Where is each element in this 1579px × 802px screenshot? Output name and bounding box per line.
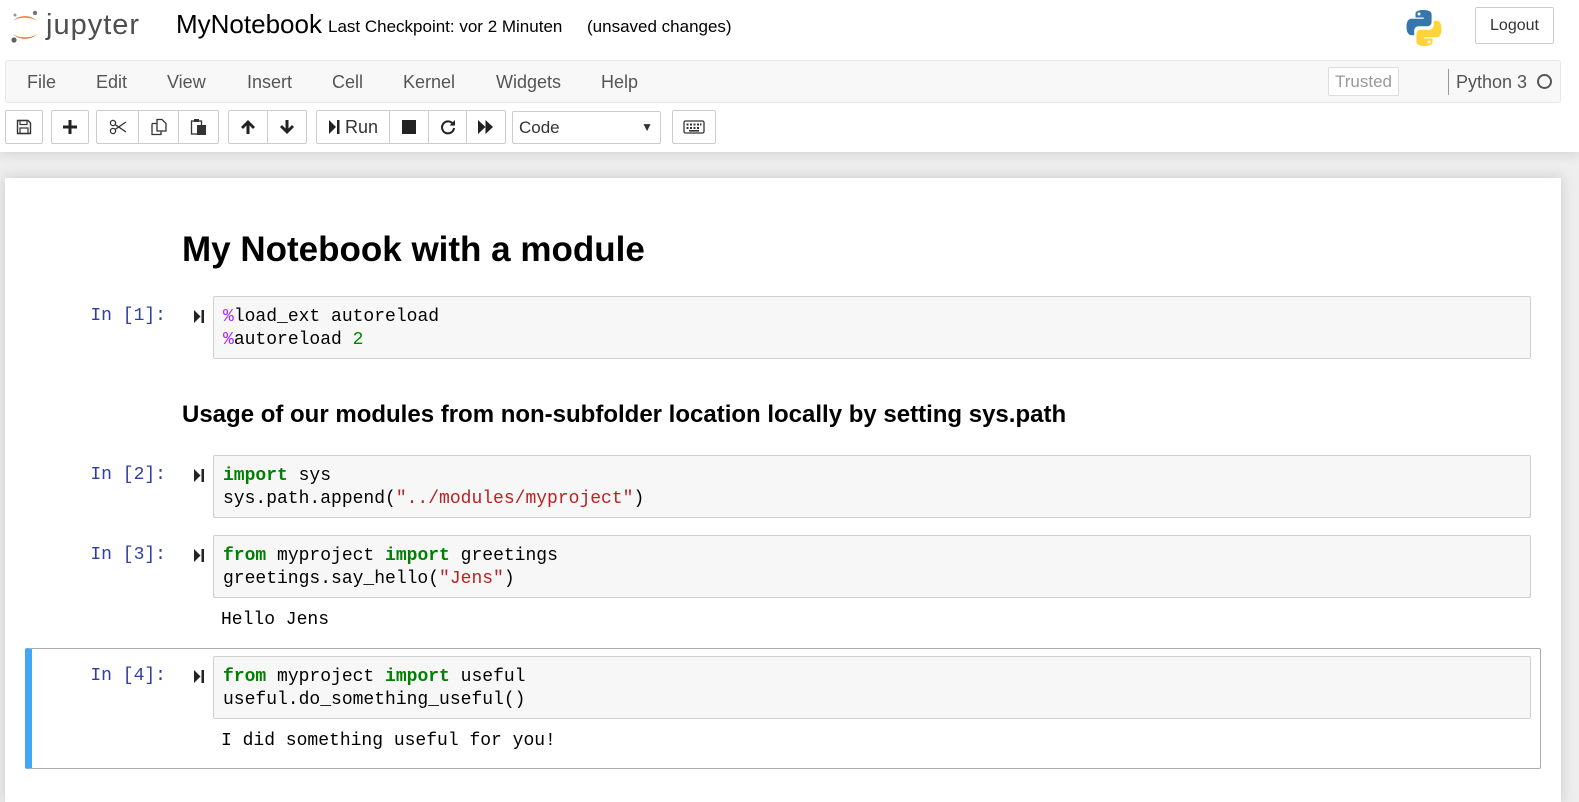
run-cell-2-icon[interactable] (193, 468, 205, 483)
stop-icon (402, 120, 416, 134)
kernel-separator (1448, 69, 1449, 95)
menu-view[interactable]: View (167, 72, 206, 93)
menu-kernel[interactable]: Kernel (403, 72, 455, 93)
menu-insert[interactable]: Insert (247, 72, 292, 93)
markdown-heading-1[interactable]: My Notebook with a module (182, 230, 645, 270)
arrow-up-icon (241, 120, 255, 134)
refresh-icon (440, 120, 455, 135)
toolbar-group-save (5, 110, 43, 144)
floppy-icon (16, 119, 32, 135)
restart-kernel-button[interactable] (428, 110, 467, 144)
menu-help[interactable]: Help (601, 72, 638, 93)
run-cell-4-icon[interactable] (193, 669, 205, 684)
fast-forward-icon (478, 120, 493, 134)
code-line: useful.do_something_useful() (223, 690, 526, 710)
cell-3-code-editor[interactable]: from myproject import greetings greeting… (213, 535, 1531, 598)
toolbar-group-edit (96, 110, 219, 144)
menu-edit[interactable]: Edit (96, 72, 127, 93)
arrow-down-icon (280, 120, 294, 134)
toolbar-group-run: Run (316, 110, 506, 144)
code-line: %load_ext autoreload (223, 307, 440, 327)
toolbar-group-move (228, 110, 307, 144)
logout-button[interactable]: Logout (1475, 7, 1554, 44)
toolbar-group-insert (51, 110, 89, 144)
menu-widgets[interactable]: Widgets (496, 72, 561, 93)
move-down-button[interactable] (267, 110, 307, 144)
code-line: from myproject import greetings (223, 546, 558, 566)
checkpoint-status: Last Checkpoint: vor 2 Minuten (328, 17, 563, 36)
cell-3-prompt: In [3]: (90, 545, 166, 565)
kernel-idle-icon (1537, 74, 1552, 89)
code-line: import sys (223, 466, 332, 486)
code-line: %autoreload 2 (223, 330, 364, 350)
plus-icon (63, 120, 77, 134)
toolbar-group-palette (672, 110, 716, 144)
kernel-name: Python 3 (1456, 72, 1528, 92)
cell-2-prompt: In [2]: (90, 465, 166, 485)
run-button[interactable]: Run (316, 110, 390, 144)
jupyter-icon (11, 10, 38, 43)
menu-file[interactable]: File (27, 72, 56, 93)
cut-button[interactable] (96, 110, 139, 144)
cell-1-code-editor[interactable]: %load_ext autoreload %autoreload 2 (213, 296, 1531, 359)
logo-text: jupyter (46, 8, 141, 41)
insert-cell-button[interactable] (51, 110, 89, 144)
code-line: sys.path.append("../modules/myproject") (223, 489, 645, 509)
notebook-name[interactable]: MyNotebook (176, 9, 322, 40)
cell-3-output: Hello Jens (221, 610, 330, 630)
step-forward-icon (328, 120, 340, 134)
dropdown-arrow-icon: ▼ (641, 120, 653, 134)
cell-4-prompt: In [4]: (90, 666, 166, 686)
move-up-button[interactable] (228, 110, 268, 144)
markdown-heading-3[interactable]: Usage of our modules from non-subfolder … (182, 401, 1066, 429)
keyboard-icon (683, 120, 705, 134)
code-line: greetings.say_hello("Jens") (223, 569, 515, 589)
paste-icon (190, 119, 206, 135)
jupyter-logo[interactable]: jupyter (10, 6, 140, 48)
run-cell-1-icon[interactable] (193, 309, 205, 324)
interrupt-button[interactable] (389, 110, 429, 144)
menu-cell[interactable]: Cell (332, 72, 363, 93)
scissors-icon (109, 119, 126, 135)
menubar: File Edit View Insert Cell Kernel Widget… (5, 60, 1561, 103)
restart-run-all-button[interactable] (466, 110, 506, 144)
command-palette-button[interactable] (672, 110, 716, 144)
copy-button[interactable] (138, 110, 179, 144)
run-cell-3-icon[interactable] (193, 548, 205, 563)
cell-type-select[interactable]: Code ▼ (512, 111, 661, 144)
notebook-container: My Notebook with a module In [1]: %load_… (5, 178, 1561, 802)
copy-icon (150, 118, 167, 136)
header: jupyter MyNotebook Last Checkpoint: vor … (0, 0, 1579, 152)
cell-2-code-editor[interactable]: import sys sys.path.append("../modules/m… (213, 455, 1531, 518)
cell-4-code-editor[interactable]: from myproject import useful useful.do_s… (213, 656, 1531, 719)
python-logo-icon (1404, 8, 1444, 53)
cell-type-value: Code (519, 117, 560, 137)
autosave-status: (unsaved changes) (587, 17, 732, 36)
cell-4-output: I did something useful for you! (221, 731, 556, 751)
trusted-indicator[interactable]: Trusted (1328, 67, 1399, 96)
save-button[interactable] (5, 110, 43, 144)
cell-1-prompt: In [1]: (90, 306, 166, 326)
paste-button[interactable] (178, 110, 219, 144)
code-line: from myproject import useful (223, 667, 526, 687)
run-label: Run (344, 116, 379, 137)
